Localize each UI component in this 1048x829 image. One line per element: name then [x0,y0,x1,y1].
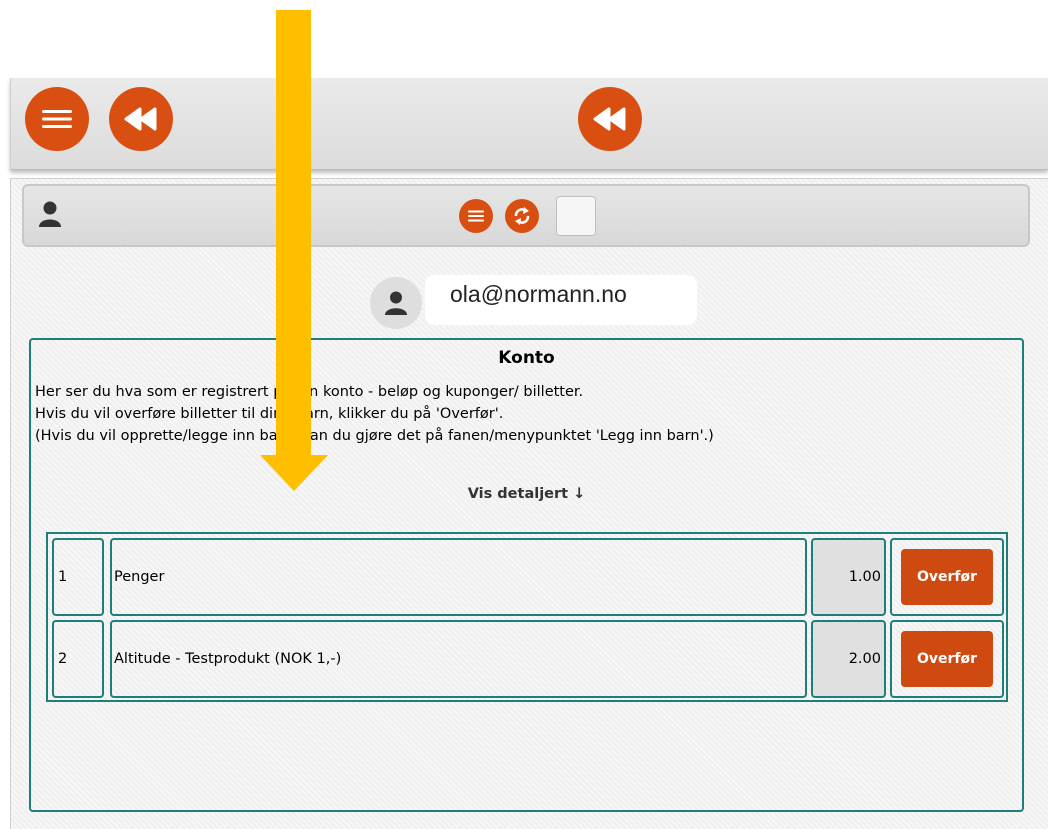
description-line: Her ser du hva som er registrert på din … [35,384,584,400]
account-items-table: 1 Penger 1.00 Overfør 2 Altitude - Testp… [46,532,1008,702]
hamburger-menu-icon [42,110,72,128]
item-name: Altitude - Testprodukt (NOK 1,-) [110,620,807,698]
rewind-icon [124,107,157,131]
action-cell: Overfør [890,620,1004,698]
toggle-square-button[interactable] [556,196,596,236]
user-silhouette-icon[interactable] [38,200,62,228]
account-description: Her ser du hva som er registrert på din … [35,381,714,447]
action-cell: Overfør [890,538,1004,616]
user-email: ola@normann.no [425,275,697,325]
sync-button[interactable] [505,199,539,233]
annotation-arrow-shaft [276,10,311,460]
hamburger-menu-icon [468,210,484,222]
show-details-link[interactable]: Vis detaljert ↓ [31,486,1022,502]
center-back-button[interactable] [578,87,642,151]
transfer-button[interactable]: Overfør [901,631,993,687]
row-number: 1 [52,538,104,616]
description-line: (Hvis du vil opprette/legge inn barn, ka… [35,428,714,444]
sub-menu-button[interactable] [459,199,493,233]
item-amount: 1.00 [811,538,886,616]
sync-arrows-icon [514,207,530,225]
avatar [370,277,422,329]
back-button[interactable] [109,87,173,151]
item-amount: 2.00 [811,620,886,698]
user-silhouette-icon [385,291,407,315]
annotation-arrow-down-icon [260,455,328,491]
main-menu-button[interactable] [25,87,89,151]
rewind-icon [593,107,626,131]
account-title: Konto [498,348,555,368]
row-number: 2 [52,620,104,698]
transfer-button[interactable]: Overfør [901,549,993,605]
item-name: Penger [110,538,807,616]
description-line: Hvis du vil overføre billetter til dine … [35,406,504,422]
